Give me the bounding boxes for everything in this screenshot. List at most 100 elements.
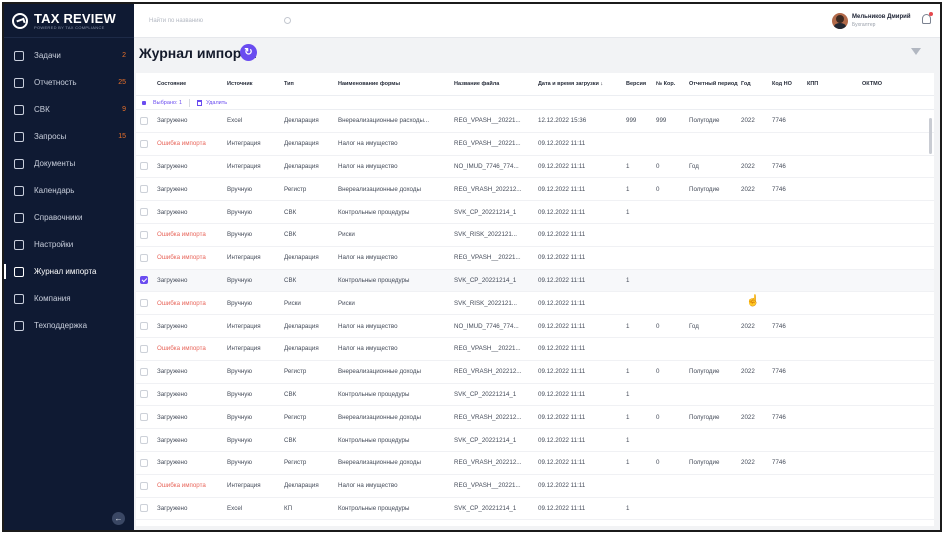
column-header[interactable]: Название файла (454, 81, 538, 87)
row-checkbox[interactable] (140, 436, 148, 445)
table-cell: Внереализационные доходы (338, 185, 421, 193)
table-cell: REG_VPASH__20221... (454, 345, 521, 353)
search-input[interactable]: Найти по названию (143, 13, 293, 30)
column-header[interactable]: Год (741, 81, 772, 87)
row-checkbox[interactable] (140, 481, 148, 490)
filter-icon[interactable] (911, 48, 921, 55)
row-checkbox[interactable] (140, 253, 148, 262)
column-header[interactable]: Дата и время загрузки ↓ (538, 81, 626, 87)
table-row[interactable]: Ошибка импорта Интеграция Декларация Налог … (136, 338, 934, 361)
status-cell: Загружено (157, 436, 188, 444)
table-row[interactable]: Ошибка импорта Интеграция Декларация Налог … (136, 475, 934, 498)
column-header[interactable]: Код НО (772, 81, 807, 87)
status-cell: Ошибка импорта (157, 140, 206, 148)
status-cell: Загружено (157, 368, 188, 376)
page-title: Журнал импорта (139, 45, 256, 61)
column-header[interactable]: Версия (626, 81, 656, 87)
row-checkbox[interactable] (140, 116, 148, 125)
column-header[interactable]: № Кор. (656, 81, 689, 87)
table-row[interactable]: Загружено Вручную СВК Контрольные процедуры… (136, 384, 934, 407)
row-checkbox[interactable] (140, 139, 148, 148)
row-checkbox[interactable] (140, 299, 148, 308)
table-row[interactable]: Ошибка импорта Интеграция Декларация Налог … (136, 133, 934, 156)
sidebar-item-1[interactable]: Отчетность 25 (4, 69, 134, 96)
import-table: Состояние Источник Тип Наименование формы На… (136, 73, 934, 526)
table-row[interactable]: Загружено Вручную Регистр Внереализационные… (136, 406, 934, 430)
table-row[interactable]: Ошибка импорта Вручную Риски Риски SVK_RISK_… (136, 292, 934, 316)
table-cell: 1 (626, 162, 630, 170)
sidebar-item-0[interactable]: Задачи 2 (4, 42, 134, 69)
table-cell: Регистр (284, 368, 307, 376)
row-checkbox[interactable] (140, 276, 148, 285)
table-cell: Налог на имущество (338, 254, 398, 262)
trash-icon[interactable] (197, 99, 203, 106)
table-row[interactable]: Загружено Вручную Регистр Внереализационные… (136, 452, 934, 475)
column-header[interactable]: Источник (227, 81, 284, 87)
row-checkbox[interactable] (140, 322, 148, 331)
row-checkbox[interactable] (140, 344, 148, 353)
table-cell: 09.12.2022 11:11 (538, 459, 586, 467)
table-row[interactable]: Загружено Вручную Регистр Внереализационные… (136, 178, 934, 202)
collapse-sidebar-button[interactable]: ← (112, 512, 125, 525)
column-header[interactable]: ОКТМО (862, 81, 902, 87)
table-row[interactable]: Загружено Интеграция Декларация Налог на им… (136, 315, 934, 338)
row-checkbox[interactable] (140, 504, 148, 513)
table-cell: Полугодие (689, 117, 720, 125)
table-row[interactable]: Ошибка импорта Вручную СВК Риски SVK_RISK_20… (136, 224, 934, 247)
table-cell: REG_VRASH_202212... (454, 368, 522, 376)
table-cell: Налог на имущество (338, 482, 398, 490)
row-checkbox[interactable] (140, 208, 148, 217)
table-cell: 0 (656, 459, 660, 467)
row-checkbox[interactable] (140, 185, 148, 194)
table-cell: 09.12.2022 11:11 (538, 482, 586, 490)
table-cell: Вручную (227, 413, 252, 421)
row-checkbox[interactable] (140, 162, 148, 171)
user-name[interactable]: Мельников Дмирий (852, 14, 911, 20)
table-cell: Год (689, 322, 699, 330)
table-row[interactable]: Загружено Вручную СВК Контрольные процедуры… (136, 429, 934, 452)
logo[interactable]: TAX REVIEW POWERED BY TAX COMPLIANCE (4, 4, 134, 38)
delete-button[interactable]: Удалить (206, 100, 227, 106)
import-log-icon (14, 266, 24, 277)
search-icon[interactable] (284, 17, 291, 24)
column-header[interactable]: Наименование формы (338, 81, 454, 87)
table-row[interactable]: Загружено Вручную СВК Контрольные процедуры… (136, 201, 934, 224)
table-row[interactable]: Ошибка импорта Интеграция Декларация Налог … (136, 247, 934, 270)
table-row[interactable]: Загружено Интеграция Декларация Налог на им… (136, 156, 934, 179)
row-checkbox[interactable] (140, 390, 148, 399)
row-checkbox[interactable] (140, 458, 148, 467)
row-checkbox[interactable] (140, 367, 148, 376)
table-cell: Интеграция (227, 140, 261, 148)
sidebar-item-6[interactable]: Справочники (4, 204, 134, 231)
vertical-scrollbar[interactable] (929, 118, 932, 154)
sidebar-item-9[interactable]: Компания (4, 285, 134, 312)
sidebar-item-4[interactable]: Документы (4, 150, 134, 177)
row-checkbox[interactable] (140, 413, 148, 422)
table-row[interactable]: Загружено Excel Декларация Внереализационны… (136, 110, 934, 133)
column-header[interactable]: Отчетный период (689, 81, 741, 87)
sidebar-item-3[interactable]: Запросы 15 (4, 123, 134, 150)
table-cell: Вручную (227, 208, 252, 216)
table-cell: Вручную (227, 185, 252, 193)
table-cell: Регистр (284, 459, 307, 467)
column-header[interactable]: Тип (284, 81, 338, 87)
table-cell: 09.12.2022 11:11 (538, 345, 586, 353)
refresh-icon[interactable]: ↻ (240, 44, 257, 61)
selected-count: Выбрано: 1 (153, 99, 183, 106)
table-row[interactable]: Загружено Вручную СВК Контрольные процедуры… (136, 269, 934, 293)
sidebar-item-5[interactable]: Календарь (4, 177, 134, 204)
sidebar-item-2[interactable]: СВК 9 (4, 96, 134, 123)
column-header[interactable]: КПП (807, 81, 862, 87)
row-checkbox[interactable] (140, 230, 148, 239)
sidebar-item-label: Справочники (34, 213, 83, 222)
table-row[interactable]: Загружено Excel КП Контрольные процедуры SVK… (136, 498, 934, 521)
table-cell: Полугодие (689, 459, 720, 467)
status-cell: Загружено (157, 504, 188, 512)
avatar[interactable] (832, 13, 848, 29)
table-cell: SVK_CP_20221214_1 (454, 436, 517, 444)
table-row[interactable]: Загружено Вручную Регистр Внереализационные… (136, 361, 934, 384)
sidebar-item-8[interactable]: Журнал импорта (4, 258, 134, 285)
column-header[interactable]: Состояние (157, 81, 227, 87)
sidebar-item-10[interactable]: Техподдержка (4, 312, 134, 339)
sidebar-item-7[interactable]: Настройки (4, 231, 134, 258)
